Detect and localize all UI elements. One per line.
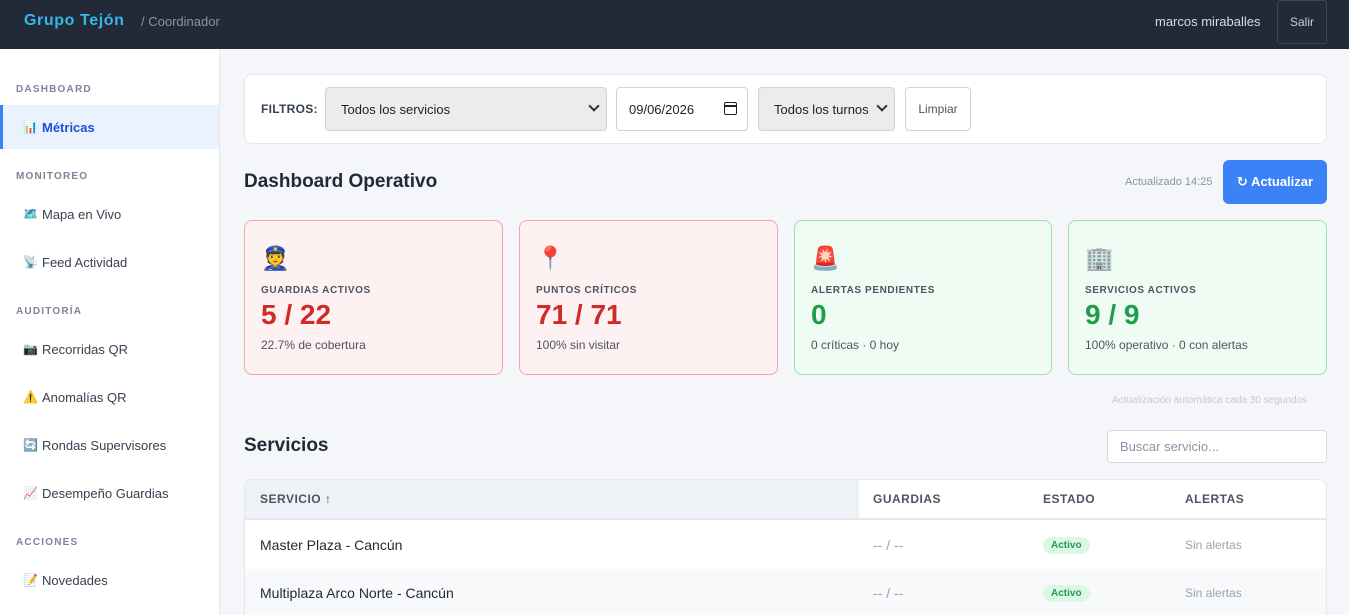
- map-icon: 🗺️: [23, 207, 38, 221]
- services-title: Servicios: [244, 435, 329, 456]
- status-badge: Activo: [1043, 536, 1090, 554]
- sidebar-item-mapa-en-vivo[interactable]: 🗺️ Mapa en Vivo: [0, 192, 219, 236]
- sidebar-item-recorridas-qr[interactable]: 📷 Recorridas QR: [0, 327, 219, 371]
- sidebar-item-metricas[interactable]: 📊 Métricas: [0, 105, 219, 149]
- stat-value: 9 / 9: [1085, 299, 1140, 330]
- stat-card-servicios-activos: 🏢 SERVICIOS ACTIVOS 9 / 9 100% operativo…: [1068, 220, 1327, 375]
- sidebar-item-label: Anomalías QR: [42, 389, 127, 405]
- status-badge: Activo: [1043, 584, 1090, 602]
- sidebar-section-dashboard: DASHBOARD: [16, 84, 92, 95]
- warning-icon: ⚠️: [23, 390, 38, 404]
- table-row[interactable]: Multiplaza Arco Norte - Cancún -- / -- A…: [245, 569, 1326, 615]
- table-header: SERVICIO ↑ GUARDIAS ESTADO ALERTAS: [245, 480, 1326, 520]
- page-title: Dashboard Operativo: [244, 171, 438, 192]
- filters-bar: FILTROS: Todos los servicios 09/06/2026 …: [244, 74, 1327, 144]
- satellite-icon: 📡: [23, 255, 38, 269]
- column-header-alertas[interactable]: ALERTAS: [1185, 480, 1315, 518]
- top-bar: Grupo Tejón / Coordinador marcos mirabal…: [0, 0, 1349, 49]
- service-select-value: Todos los servicios: [341, 101, 451, 117]
- sidebar-item-feed-actividad[interactable]: 📡 Feed Actividad: [0, 240, 219, 284]
- username: marcos miraballes: [1155, 14, 1261, 29]
- stat-card-alertas-pendientes: 🚨 ALERTAS PENDIENTES 0 0 críticas · 0 ho…: [794, 220, 1052, 375]
- column-header-servicio[interactable]: SERVICIO ↑: [245, 480, 859, 518]
- logout-button[interactable]: Salir: [1277, 0, 1327, 44]
- rotate-icon: 🔄: [23, 438, 38, 452]
- stat-card-puntos-criticos: 📍 PUNTOS CRÍTICOS 71 / 71 100% sin visit…: [519, 220, 778, 375]
- chart-icon: 📊: [23, 120, 38, 134]
- date-input-value: 09/06/2026: [629, 101, 695, 117]
- auto-refresh-note: Actualización automática cada 30 segundo…: [1112, 395, 1308, 406]
- stat-subtext: 0 críticas · 0 hoy: [811, 338, 900, 352]
- office-building-icon: 🏢: [1085, 245, 1114, 271]
- guards-count: -- / --: [873, 537, 904, 553]
- service-search-input[interactable]: Buscar servicio...: [1107, 430, 1327, 463]
- stat-card-guardias-activos: 👮 GUARDIAS ACTIVOS 5 / 22 22.7% de cober…: [244, 220, 503, 375]
- sidebar-item-label: Recorridas QR: [42, 341, 128, 357]
- trend-up-icon: 📈: [23, 486, 38, 500]
- stat-value: 0: [811, 299, 827, 330]
- sidebar-item-anomalias-qr[interactable]: ⚠️ Anomalías QR: [0, 375, 219, 419]
- stat-subtext: 22.7% de cobertura: [261, 338, 366, 352]
- stat-subtext: 100% sin visitar: [536, 338, 621, 352]
- service-select[interactable]: Todos los servicios: [325, 87, 607, 131]
- column-header-estado[interactable]: ESTADO: [1043, 480, 1173, 518]
- sidebar-section-acciones: ACCIONES: [16, 537, 79, 548]
- sidebar-item-novedades[interactable]: 📝 Novedades: [0, 558, 219, 602]
- stat-value: 71 / 71: [536, 299, 622, 330]
- stat-subtext: 100% operativo · 0 con alertas: [1085, 338, 1248, 352]
- chevron-down-icon: [588, 100, 600, 112]
- camera-icon: 📷: [23, 342, 38, 356]
- refresh-button[interactable]: ↻ Actualizar: [1223, 160, 1327, 204]
- sidebar-item-label: Novedades: [42, 572, 108, 588]
- alerts-text: Sin alertas: [1185, 538, 1242, 552]
- memo-icon: 📝: [23, 573, 38, 587]
- stat-value: 5 / 22: [261, 299, 332, 330]
- sidebar-item-desempeno-guardias[interactable]: 📈 Desempeño Guardias: [0, 471, 219, 515]
- pin-icon: 📍: [536, 245, 565, 271]
- sidebar-item-label: Mapa en Vivo: [42, 206, 122, 222]
- sidebar-item-label: Feed Actividad: [42, 254, 128, 270]
- sidebar-item-label: Desempeño Guardias: [42, 485, 169, 501]
- service-name: Multiplaza Arco Norte - Cancún: [260, 585, 454, 601]
- stat-label: PUNTOS CRÍTICOS: [536, 285, 638, 296]
- stat-label: ALERTAS PENDIENTES: [811, 285, 935, 296]
- sidebar-item-label: Métricas: [42, 119, 95, 135]
- sidebar-item-rondas-supervisores[interactable]: 🔄 Rondas Supervisores: [0, 423, 219, 467]
- filters-label: FILTROS:: [261, 102, 318, 116]
- chevron-down-icon: [876, 100, 888, 112]
- stat-label: SERVICIOS ACTIVOS: [1085, 285, 1197, 296]
- shift-select-value: Todos los turnos: [774, 101, 869, 117]
- table-row[interactable]: Master Plaza - Cancún -- / -- Activo Sin…: [245, 521, 1326, 569]
- sidebar-section-monitoreo: MONITOREO: [16, 171, 89, 182]
- brand-logo[interactable]: Grupo Tejón: [24, 12, 125, 30]
- service-name: Master Plaza - Cancún: [260, 537, 403, 553]
- shift-select[interactable]: Todos los turnos: [758, 87, 895, 131]
- user-role: / Coordinador: [141, 14, 220, 29]
- police-officer-icon: 👮: [261, 245, 290, 271]
- siren-icon: 🚨: [811, 245, 840, 271]
- sidebar-item-label: Rondas Supervisores: [42, 437, 167, 453]
- sidebar: DASHBOARD 📊 Métricas MONITOREO 🗺️ Mapa e…: [0, 49, 220, 615]
- last-updated: Actualizado 14:25: [1125, 176, 1213, 188]
- date-input[interactable]: 09/06/2026: [616, 87, 748, 131]
- sidebar-section-auditoria: AUDITORÍA: [16, 306, 83, 317]
- column-header-guardias[interactable]: GUARDIAS: [873, 480, 1033, 518]
- services-table: SERVICIO ↑ GUARDIAS ESTADO ALERTAS Maste…: [244, 479, 1327, 615]
- clear-filters-button[interactable]: Limpiar: [905, 87, 971, 131]
- alerts-text: Sin alertas: [1185, 586, 1242, 600]
- calendar-icon[interactable]: [724, 102, 737, 115]
- stat-label: GUARDIAS ACTIVOS: [261, 285, 371, 296]
- guards-count: -- / --: [873, 585, 904, 601]
